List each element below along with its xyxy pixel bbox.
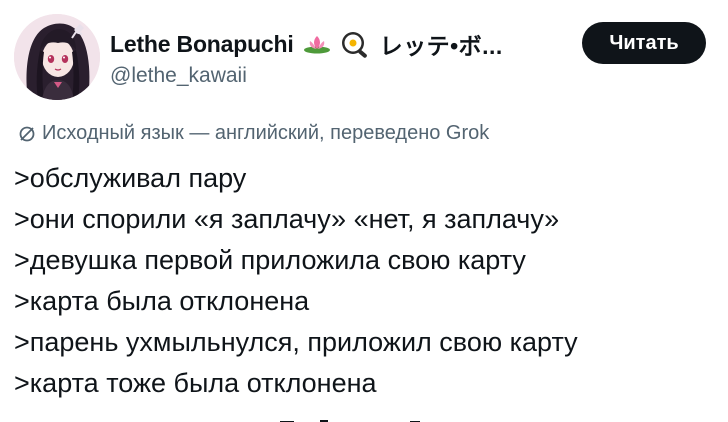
- tweet-line: >девушка первой приложила свою карту: [14, 245, 526, 275]
- display-name[interactable]: Lethe Bonapuchi: [110, 31, 294, 58]
- tweet-line: >карта тоже была отклонена: [14, 368, 377, 398]
- translate-icon: [18, 125, 36, 143]
- tweet-line: >обслуживал пару: [14, 163, 247, 193]
- translation-note-text: Исходный язык — английский, переведено G…: [42, 122, 490, 144]
- cut-off-content-edge: [240, 414, 480, 422]
- author-name-row[interactable]: Lethe Bonapuchi レッテ•ボ...: [110, 28, 503, 60]
- lotus-icon: [302, 33, 332, 55]
- tweet-line: >парень ухмыльнулся, приложил свою карту: [14, 327, 578, 357]
- display-name-suffix[interactable]: レッテ•ボ...: [380, 27, 503, 61]
- tweet-line: >карта была отклонена: [14, 286, 310, 316]
- user-handle[interactable]: @lethe_kawaii: [110, 64, 247, 88]
- tweet-header: Lethe Bonapuchi レッテ•ボ... @lethe_kawaii Ч…: [14, 14, 714, 104]
- tweet-line: >они спорили «я заплачу» «нет, я заплачу…: [14, 204, 560, 234]
- tweet-text: >обслуживал пару >они спорили «я заплачу…: [14, 158, 720, 404]
- avatar[interactable]: [14, 14, 100, 100]
- translation-note[interactable]: Исходный язык — английский, переведено G…: [18, 122, 489, 145]
- avatar-image: [14, 14, 100, 100]
- follow-button[interactable]: Читать: [582, 22, 706, 64]
- frying-pan-egg-icon: [340, 30, 370, 58]
